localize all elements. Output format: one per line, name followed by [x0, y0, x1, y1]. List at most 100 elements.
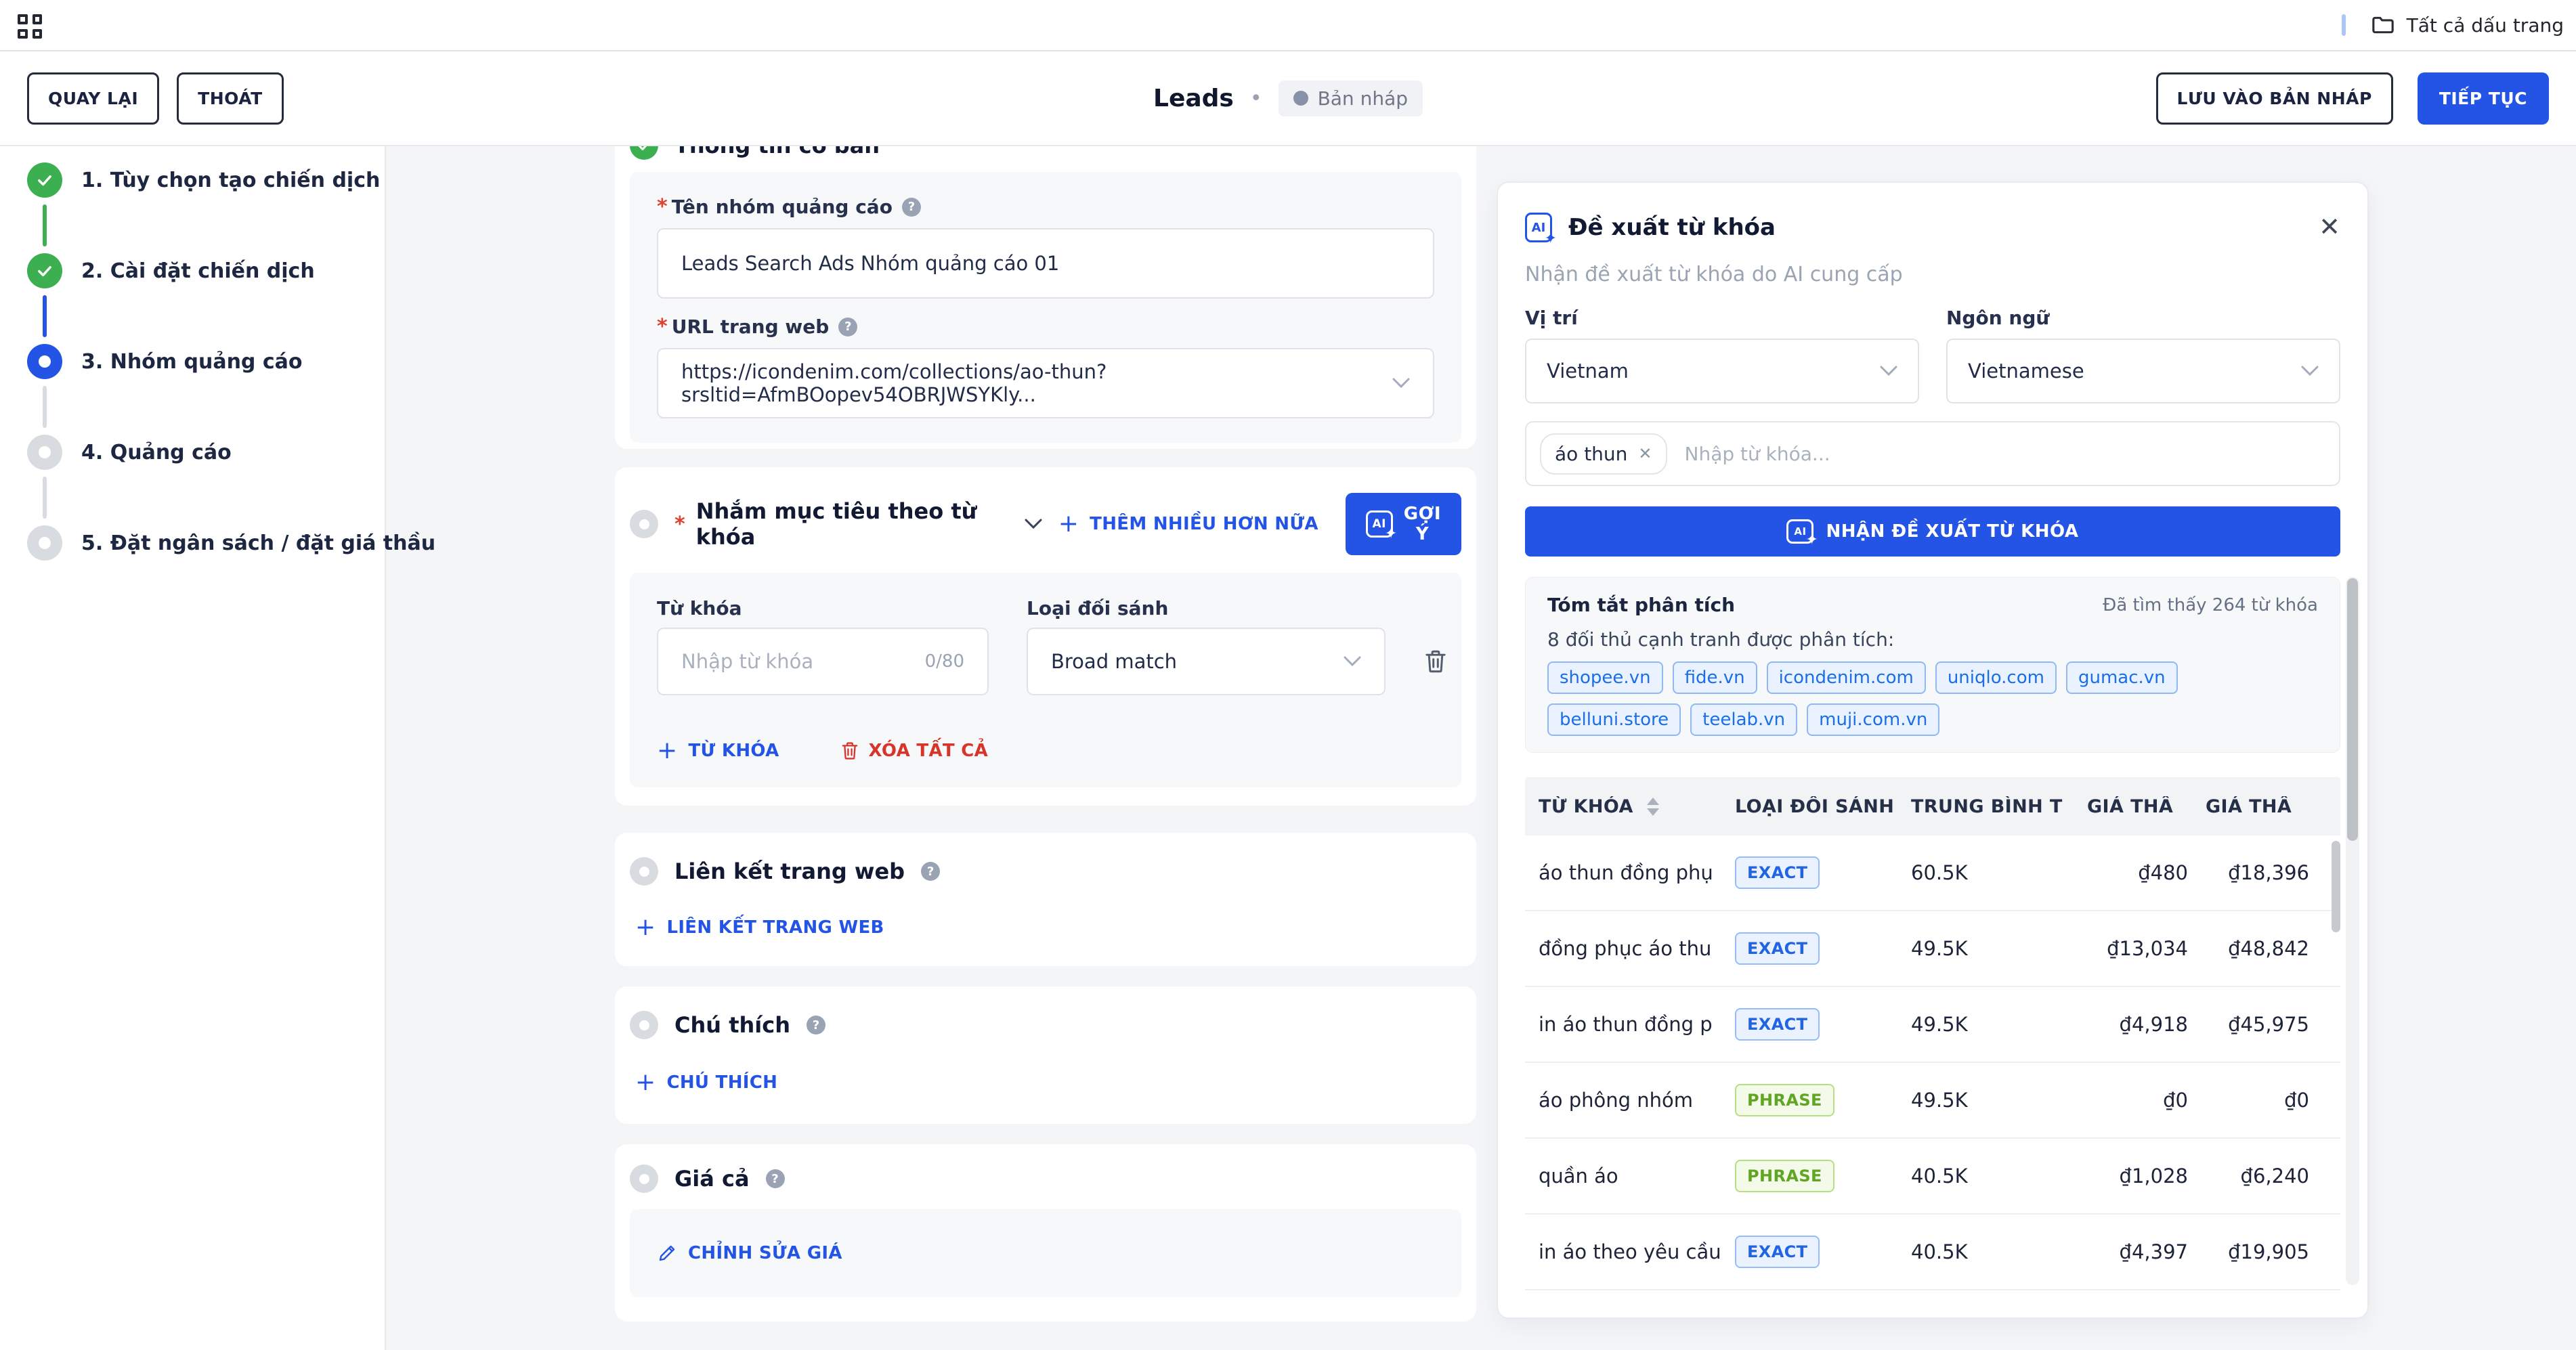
table-row[interactable]: áo phông nhóm PHRASE 49.5K ₫0 ₫0 — [1525, 1063, 2340, 1139]
chevron-down-icon — [1880, 366, 1897, 376]
pencil-icon — [657, 1243, 677, 1263]
step-campaign-options[interactable]: 1. Tùy chọn tạo chiến dịch — [27, 162, 380, 198]
collapse-chevron-icon[interactable] — [1025, 519, 1042, 529]
suggest-keywords-button[interactable]: AI✦ GỢI Ý — [1346, 493, 1461, 555]
competitors-analyzed-line: 8 đối thủ cạnh tranh được phân tích: — [1547, 628, 2318, 651]
keyword-column-label: Từ khóa — [657, 597, 989, 619]
table-row[interactable]: quần áo PHRASE 40.5K ₫1,028 ₫6,240 — [1525, 1139, 2340, 1215]
remove-chip-icon[interactable]: ✕ — [1638, 444, 1652, 463]
apps-grid-icon[interactable] — [18, 14, 42, 39]
help-icon[interactable]: ? — [807, 1016, 825, 1035]
language-label: Ngôn ngữ — [1946, 307, 2340, 329]
section-todo-icon — [630, 510, 658, 538]
help-icon[interactable]: ? — [766, 1169, 785, 1188]
language-select[interactable]: Vietnamese — [1946, 339, 2340, 404]
seed-keyword-chip[interactable]: áo thun ✕ — [1540, 433, 1667, 475]
match-badge: EXACT — [1735, 932, 1820, 965]
section-todo-icon — [630, 1164, 658, 1193]
keywords-found-count: Đã tìm thấy 264 từ khóa — [2103, 595, 2318, 615]
page: Tất cả dấu trang QUAY LẠI THOÁT Leads • … — [0, 0, 2576, 1350]
sitelinks-card: Liên kết trang web ? + LIÊN KẾT TRANG WE… — [615, 833, 1476, 966]
continue-button[interactable]: TIẾP TỤC — [2418, 72, 2549, 125]
match-type-select[interactable]: Broad match — [1027, 628, 1386, 695]
bookmarks-label: Tất cả dấu trang — [2407, 14, 2564, 37]
step-done-icon — [27, 253, 62, 288]
add-keyword-link[interactable]: + TỪ KHÓA — [657, 739, 779, 763]
ai-icon: AI✦ — [1366, 510, 1393, 538]
chevron-down-icon — [1344, 656, 1361, 667]
header-bid-high: GIÁ THẦ — [2206, 796, 2327, 817]
folder-icon — [2371, 15, 2395, 35]
table-row[interactable]: in áo theo yêu cầu EXACT 40.5K ₫4,397 ₫1… — [1525, 1215, 2340, 1290]
table-header-row: TỪ KHÓA LOẠI ĐỐI SÁNH TRUNG BÌNH T GIÁ T… — [1525, 777, 2340, 835]
header-keyword[interactable]: TỪ KHÓA — [1539, 796, 1735, 817]
competitor-chip[interactable]: uniqlo.com — [1935, 661, 2057, 694]
competitor-chip[interactable]: gumac.vn — [2066, 661, 2178, 694]
website-url-select[interactable]: https://icondenim.com/collections/ao-thu… — [657, 348, 1434, 418]
keyword-targeting-card: * Nhắm mục tiêu theo từ khóa + THÊM NHIỀ… — [615, 467, 1476, 806]
step-campaign-settings[interactable]: 2. Cài đặt chiến dịch — [27, 253, 315, 288]
exit-button[interactable]: THOÁT — [177, 72, 284, 125]
match-badge: EXACT — [1735, 1236, 1820, 1268]
bookmarks-bar[interactable]: Tất cả dấu trang — [2342, 0, 2564, 50]
add-more-keywords-link[interactable]: + THÊM NHIỀU HƠN NỮA — [1058, 512, 1318, 536]
match-badge: EXACT — [1735, 856, 1820, 889]
table-row[interactable]: in áo thun đồng p EXACT 49.5K ₫4,918 ₫45… — [1525, 987, 2340, 1063]
main-content: Thông tin cơ bản * Tên nhóm quảng cáo ? … — [615, 0, 1476, 1350]
trash-icon — [840, 740, 859, 762]
chevron-down-icon — [2301, 366, 2319, 376]
match-badge: PHRASE — [1735, 1160, 1834, 1192]
location-label: Vị trí — [1525, 307, 1919, 329]
help-icon[interactable]: ? — [838, 318, 857, 336]
match-badge: PHRASE — [1735, 1084, 1834, 1116]
seed-keyword-input[interactable]: áo thun ✕ Nhập từ khóa... — [1525, 421, 2340, 486]
add-sitelink-link[interactable]: + LIÊN KẾT TRANG WEB — [635, 915, 884, 940]
section-todo-icon — [630, 1011, 658, 1039]
char-counter: 0/80 — [925, 651, 964, 672]
adgroup-name-input[interactable]: Leads Search Ads Nhóm quảng cáo 01 — [657, 228, 1434, 299]
step-ad-group[interactable]: 3. Nhóm quảng cáo — [27, 344, 302, 379]
results-scrollbar-thumb[interactable] — [2347, 578, 2358, 841]
keyword-targeting-title: Nhắm mục tiêu theo từ khóa — [696, 498, 1004, 550]
step-active-icon — [27, 344, 62, 379]
suggestion-panel-subtitle: Nhận đề xuất từ khóa do AI cung cấp — [1525, 263, 2340, 286]
plus-icon: + — [1058, 512, 1079, 536]
competitor-chip[interactable]: teelab.vn — [1690, 703, 1797, 736]
save-draft-button[interactable]: LƯU VÀO BẢN NHÁP — [2156, 72, 2393, 125]
delete-keyword-row-button[interactable] — [1423, 648, 1448, 675]
help-icon[interactable]: ? — [921, 862, 940, 881]
back-button[interactable]: QUAY LẠI — [27, 72, 159, 125]
competitor-chip[interactable]: fide.vn — [1673, 661, 1757, 694]
app-header: QUAY LẠI THOÁT Leads • Bản nháp LƯU VÀO … — [0, 51, 2576, 146]
close-icon[interactable]: ✕ — [2319, 215, 2340, 240]
edit-price-link[interactable]: CHỈNH SỬA GIÁ — [657, 1243, 842, 1263]
summary-title: Tóm tắt phân tích — [1547, 594, 1735, 616]
competitor-chip[interactable]: muji.com.vn — [1807, 703, 1939, 736]
website-url-label: * URL trang web ? — [657, 315, 1434, 339]
results-scrollbar[interactable] — [2346, 577, 2359, 1285]
analysis-summary: Tóm tắt phân tích Đã tìm thấy 264 từ khó… — [1525, 577, 2340, 753]
competitor-chip[interactable]: icondenim.com — [1767, 661, 1926, 694]
header-bid-low: GIÁ THẦ — [2087, 796, 2206, 817]
browser-topbar: Tất cả dấu trang — [0, 0, 2576, 51]
clear-all-keywords-link[interactable]: XÓA TẤT CẢ — [840, 740, 989, 762]
get-keyword-suggestions-button[interactable]: AI✦ NHẬN ĐỀ XUẤT TỪ KHÓA — [1525, 506, 2340, 557]
help-icon[interactable]: ? — [902, 198, 921, 217]
step-todo-icon — [27, 525, 62, 561]
step-connector — [43, 295, 47, 337]
required-asterisk: * — [657, 195, 668, 219]
table-scrollbar-thumb[interactable] — [2332, 841, 2340, 932]
competitor-chip[interactable]: shopee.vn — [1547, 661, 1663, 694]
competitor-chip[interactable]: belluni.store — [1547, 703, 1681, 736]
step-done-icon — [27, 162, 62, 198]
step-budget-bid[interactable]: 5. Đặt ngân sách / đặt giá thầu — [27, 525, 435, 561]
keyword-input[interactable]: Nhập từ khóa 0/80 — [657, 628, 989, 695]
adgroup-name-label: * Tên nhóm quảng cáo ? — [657, 195, 1434, 219]
add-callout-link[interactable]: + CHÚ THÍCH — [635, 1070, 777, 1095]
table-row[interactable]: áo thun đồng phụ EXACT 60.5K ₫480 ₫18,39… — [1525, 835, 2340, 911]
location-select[interactable]: Vietnam — [1525, 339, 1919, 404]
table-row[interactable]: đồng phục áo thu EXACT 49.5K ₫13,034 ₫48… — [1525, 911, 2340, 987]
status-badge: Bản nháp — [1279, 81, 1423, 116]
status-dot-icon — [1293, 91, 1308, 106]
step-ads[interactable]: 4. Quảng cáo — [27, 435, 232, 470]
